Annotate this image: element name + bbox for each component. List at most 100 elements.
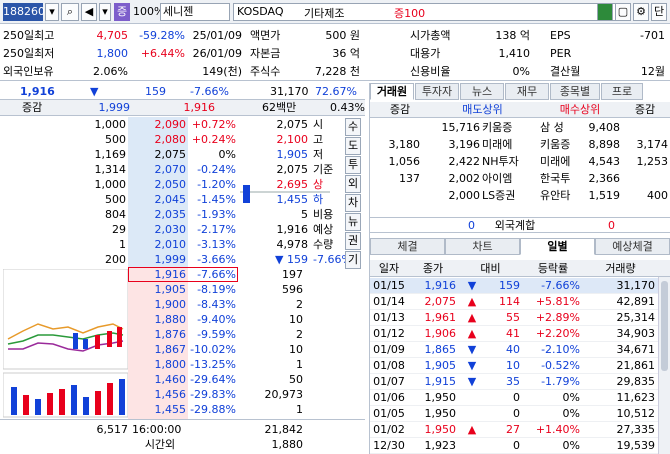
right-tab[interactable]: 종목별 xyxy=(550,83,600,100)
broker-buy-name[interactable]: 한국투 xyxy=(540,171,570,186)
ask-price[interactable]: 2,045 xyxy=(130,192,187,207)
bid-rate: -9.40% xyxy=(197,313,236,326)
side-menu-button[interactable]: 권 xyxy=(345,232,361,250)
ask-price[interactable]: 2,035 xyxy=(130,207,187,222)
broker-buy-name[interactable]: 미래에 xyxy=(540,154,570,169)
broker-buy-name[interactable]: 유안타 xyxy=(540,188,570,203)
side-menu-button[interactable]: 도 xyxy=(345,137,361,155)
side-menu-button[interactable]: 차 xyxy=(345,194,361,212)
daily-col-diff: 대비 xyxy=(480,262,501,275)
single-mode-button[interactable]: 단 xyxy=(651,3,667,21)
info-date: 149(천) xyxy=(202,65,242,78)
quote-summary: 1,916 ▼ 159 -7.66% 31,170 72.67% xyxy=(0,83,365,100)
bid-quantity: 1 xyxy=(296,358,303,371)
daily-row[interactable]: 01/02 1,950 ▲ 27 +1.40% 27,335 xyxy=(370,422,658,438)
bid-price[interactable]: 1,876 xyxy=(130,327,187,342)
right-panel: 거래원 투자자 뉴스 재무 종목별 프로 증감 매도상위 매수상위 증감 15,716 키움… xyxy=(369,83,670,454)
ask-price[interactable]: 2,080 xyxy=(130,132,187,147)
broker-sell-name[interactable]: NH투자 xyxy=(482,154,519,169)
bid-price[interactable]: 1,867 xyxy=(130,342,187,357)
bid-total: 1,916 xyxy=(183,101,216,114)
ask-total: 1,999 xyxy=(98,101,131,114)
broker-col-change: 증감 xyxy=(389,103,411,116)
stock-name-field[interactable]: 세니젠 xyxy=(160,3,230,21)
daily-row[interactable]: 01/09 1,865 ▼ 40 -2.10% 34,671 xyxy=(370,342,658,358)
excel-icon[interactable] xyxy=(597,3,613,21)
broker-buy-name[interactable]: 삼 성 xyxy=(540,120,564,135)
bid-price[interactable]: 1,880 xyxy=(130,312,187,327)
daily-close: 1,950 xyxy=(424,423,457,436)
ask-rate: -1.93% xyxy=(197,208,236,221)
right-tab[interactable]: 투자자 xyxy=(415,83,459,100)
broker-sell-name[interactable]: 키움증 xyxy=(482,120,512,135)
daily-date: 01/12 xyxy=(373,327,405,340)
daily-tab[interactable]: 체결 xyxy=(370,238,445,255)
side-menu-button[interactable]: 뉴 xyxy=(345,213,361,231)
daily-row[interactable]: 01/15 1,916 ▼ 159 -7.66% 31,170 xyxy=(370,278,658,294)
bid-price[interactable]: 1,456 xyxy=(130,387,187,402)
search-icon[interactable]: ⌕ xyxy=(61,3,79,21)
bid-price[interactable]: 1,800 xyxy=(130,357,187,372)
broker-sell-name[interactable]: LS증권 xyxy=(482,188,515,203)
bid-sum: 21,842 xyxy=(264,423,304,436)
ask-price[interactable]: 2,030 xyxy=(130,222,187,237)
bid-price[interactable]: 1,900 xyxy=(130,297,187,312)
down-arrow-icon: ▼ xyxy=(467,343,477,356)
daily-tab[interactable]: 예상체결 xyxy=(595,238,670,255)
broker-buy-name[interactable]: 키움증 xyxy=(540,137,570,152)
daily-scrollbar[interactable] xyxy=(658,277,670,454)
broker-sell-volume: 15,716 xyxy=(441,121,481,134)
speaker-dropdown-icon[interactable]: ▾ xyxy=(99,3,111,21)
stock-info-bar: KOSDAQ 기타제조 증100 xyxy=(233,3,623,21)
side-menu-button[interactable]: 투 xyxy=(345,156,361,174)
daily-row[interactable]: 12/30 1,923 0 0% 19,539 xyxy=(370,438,658,454)
ask-sum: 6,517 xyxy=(96,423,129,436)
daily-tab[interactable]: 일별 xyxy=(520,238,595,255)
gear-icon[interactable]: ⚙ xyxy=(633,3,649,21)
side-menu-button[interactable]: 기 xyxy=(345,251,361,269)
ask-price[interactable]: 1,999 xyxy=(130,252,187,267)
daily-volume: 11,623 xyxy=(616,391,656,404)
info-value: 4,705 xyxy=(96,29,129,42)
speaker-icon[interactable]: ◀ xyxy=(81,3,97,21)
daily-row[interactable]: 01/06 1,950 0 0% 11,623 xyxy=(370,390,658,406)
daily-row[interactable]: 01/07 1,915 ▼ 35 -1.79% 29,835 xyxy=(370,374,658,390)
bid-price[interactable]: 1,460 xyxy=(130,372,187,387)
ask-price[interactable]: 2,075 xyxy=(130,147,187,162)
right-tab[interactable]: 뉴스 xyxy=(460,83,504,100)
ask-price[interactable]: 2,070 xyxy=(130,162,187,177)
daily-col-date: 일자 xyxy=(378,262,400,275)
right-tab[interactable]: 재무 xyxy=(505,83,549,100)
margin-rate-label: 증100 xyxy=(394,7,426,20)
side-menu-button[interactable]: 외 xyxy=(345,175,361,193)
daily-row[interactable]: 01/14 2,075 ▲ 114 +5.81% 42,891 xyxy=(370,294,658,310)
code-dropdown-arrow-icon[interactable]: ▾ xyxy=(45,3,59,21)
up-arrow-icon: ▲ xyxy=(467,423,477,436)
daily-row[interactable]: 01/12 1,906 ▲ 41 +2.20% 34,903 xyxy=(370,326,658,342)
bid-quantity: 1 xyxy=(296,403,303,416)
bid-quantity: 10 xyxy=(289,313,303,326)
bid-price[interactable]: 1,905 xyxy=(130,282,187,297)
daily-row[interactable]: 01/08 1,905 ▼ 10 -0.52% 21,861 xyxy=(370,358,658,374)
right-tab[interactable]: 프로 xyxy=(601,83,643,100)
daily-tab[interactable]: 차트 xyxy=(445,238,520,255)
bid-price[interactable]: 1,455 xyxy=(130,402,187,417)
mini-candle-chart xyxy=(240,185,330,203)
broker-sell-name[interactable]: 미래에 xyxy=(482,137,512,152)
daily-row[interactable]: 01/05 1,950 0 0% 10,512 xyxy=(370,406,658,422)
daily-row[interactable]: 01/13 1,961 ▲ 55 +2.89% 25,314 xyxy=(370,310,658,326)
daily-diff: 27 xyxy=(506,423,520,436)
broker-buy-change: 1,253 xyxy=(636,155,669,168)
ask-price[interactable]: 2,010 xyxy=(130,237,187,252)
side-menu-button[interactable]: 수 xyxy=(345,118,361,136)
window-icon[interactable]: ▢ xyxy=(615,3,631,21)
ask-price[interactable]: 2,090 xyxy=(130,117,187,132)
ask-price[interactable]: 2,050 xyxy=(130,177,187,192)
ask-rate: -1.20% xyxy=(197,178,236,191)
bid-quantity: 197 xyxy=(282,268,303,281)
right-tab[interactable]: 거래원 xyxy=(370,83,414,100)
stock-code-input[interactable]: 188260 xyxy=(3,3,45,21)
info-value: 12월 xyxy=(640,65,665,78)
daily-date: 01/15 xyxy=(373,279,405,292)
broker-sell-name[interactable]: 아이엠 xyxy=(482,171,512,186)
